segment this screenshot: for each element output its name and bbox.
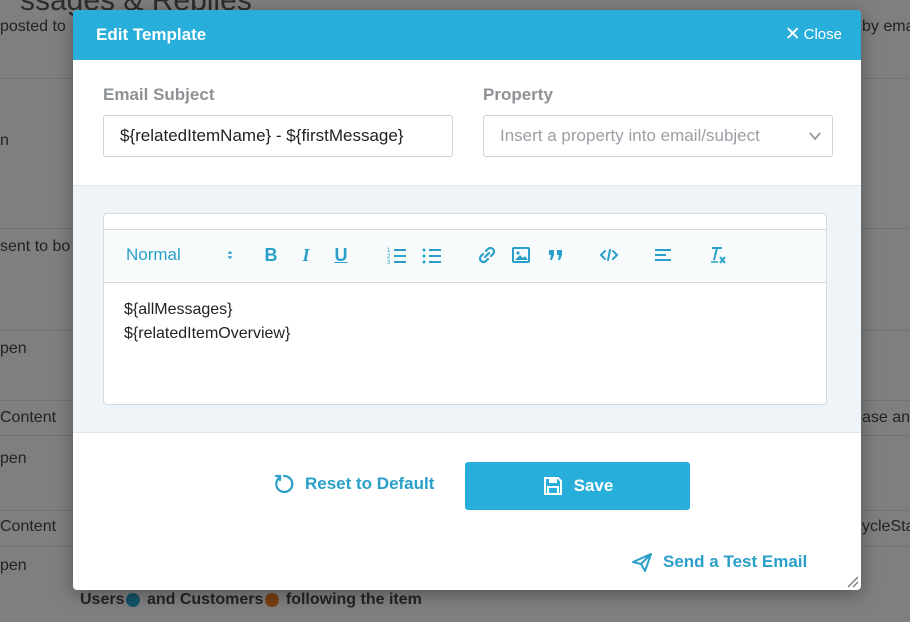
align-button[interactable] [652, 244, 674, 266]
sort-arrows-icon [227, 250, 233, 260]
modal-header: Edit Template ✕ Close [73, 10, 861, 60]
property-placeholder: Insert a property into email/subject [500, 126, 760, 145]
bullet-list-button[interactable] [421, 244, 443, 266]
resize-handle-icon[interactable] [843, 572, 859, 588]
image-icon [512, 247, 530, 263]
reset-icon [274, 474, 294, 494]
rich-text-editor: Normal B I U 123 ${allMessages} ${relate… [103, 213, 827, 405]
bullet-list-icon [422, 248, 441, 264]
clear-format-icon [711, 247, 726, 264]
close-icon: ✕ [784, 24, 801, 45]
editor-line: ${allMessages} [124, 301, 233, 318]
email-subject-label: Email Subject [103, 85, 215, 104]
bold-icon: B [264, 244, 278, 265]
ordered-list-button[interactable]: 123 [386, 244, 408, 266]
send-test-label: Send a Test Email [663, 552, 808, 571]
property-select[interactable]: Insert a property into email/subject [483, 115, 833, 157]
svg-text:3: 3 [387, 260, 391, 265]
quote-icon [549, 250, 562, 260]
send-test-email-button[interactable]: Send a Test Email [631, 551, 807, 573]
close-button[interactable]: ✕ Close [784, 24, 842, 45]
editor-toolbar: Normal B I U 123 [104, 229, 826, 283]
link-button[interactable] [476, 244, 498, 266]
code-icon [599, 249, 619, 261]
reset-label: Reset to Default [305, 474, 435, 493]
send-icon [632, 553, 652, 572]
save-button[interactable]: Save [465, 462, 690, 510]
ordered-list-icon: 123 [387, 248, 406, 265]
align-icon [655, 249, 671, 261]
save-icon [543, 477, 562, 495]
chevron-down-icon [809, 132, 821, 141]
italic-icon: I [302, 244, 310, 265]
format-select[interactable]: Normal [126, 244, 236, 266]
email-subject-input[interactable]: ${relatedItemName} - ${firstMessage} [103, 115, 453, 157]
editor-area: Normal B I U 123 ${allMessages} ${relate… [73, 185, 861, 433]
underline-button[interactable]: U [331, 244, 351, 266]
close-label: Close [803, 26, 842, 43]
editor-line: ${relatedItemOverview} [124, 325, 291, 342]
clear-format-button[interactable] [706, 244, 728, 266]
reset-to-default-button[interactable]: Reset to Default [273, 473, 434, 495]
code-button[interactable] [598, 244, 620, 266]
edit-template-modal: Edit Template ✕ Close Email Subject ${re… [73, 10, 861, 590]
modal-title: Edit Template [96, 25, 207, 44]
underline-icon: U [334, 244, 348, 265]
format-select-label: Normal [126, 245, 181, 264]
image-button[interactable] [510, 244, 532, 266]
link-icon [478, 246, 496, 264]
italic-button[interactable]: I [296, 244, 316, 266]
quote-button[interactable] [545, 244, 567, 266]
save-label: Save [573, 476, 614, 495]
property-label: Property [483, 85, 553, 104]
bold-button[interactable]: B [261, 244, 281, 266]
editor-content[interactable]: ${allMessages} ${relatedItemOverview} [124, 298, 290, 346]
